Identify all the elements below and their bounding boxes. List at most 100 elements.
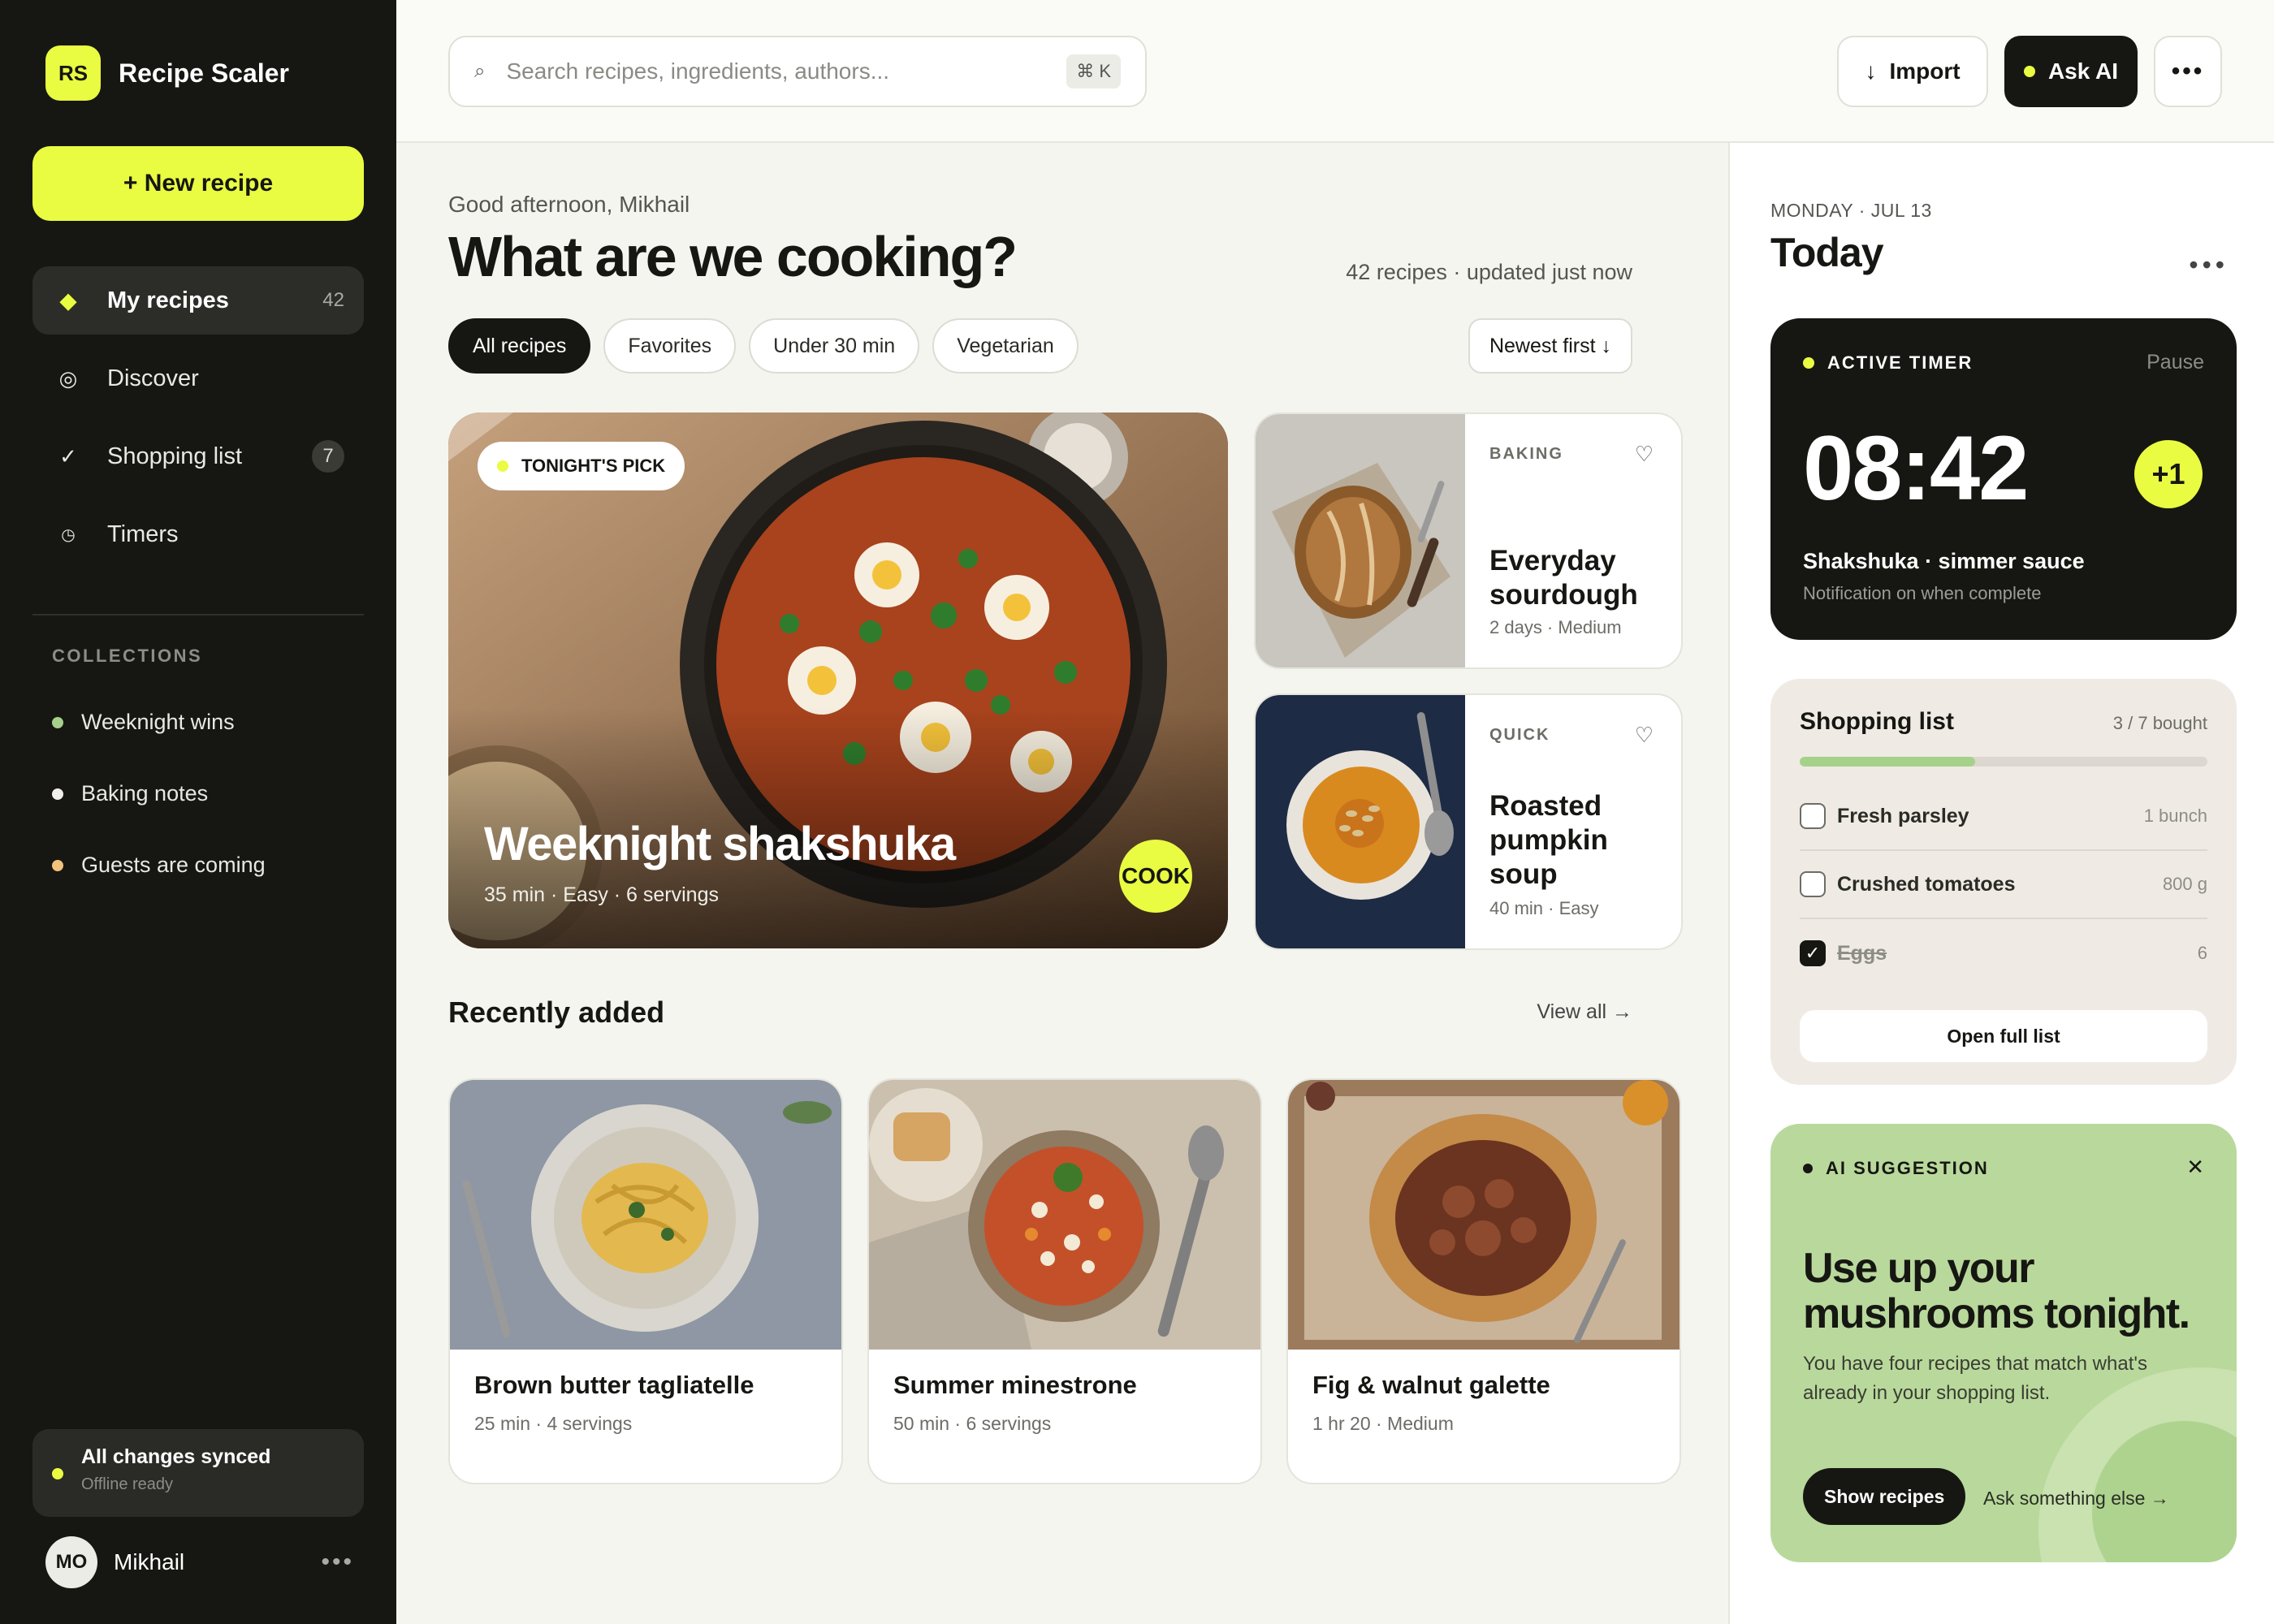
card-meta: 40 min · Easy (1489, 898, 1599, 918)
item-name: Crushed tomatoes (1837, 872, 2016, 896)
collection-dot (52, 859, 63, 871)
sync-subtitle: Offline ready (81, 1475, 174, 1493)
more-icon[interactable]: ••• (2189, 250, 2229, 280)
recently-added-heading: Recently added (448, 996, 665, 1029)
collection-guests-are-coming[interactable]: Guests are coming (52, 853, 377, 878)
card-title: Fig & walnut galette (1312, 1371, 1550, 1399)
timer-name: Shakshuka · simmer sauce (1803, 549, 2085, 573)
more-options-button[interactable]: ••• (2154, 36, 2222, 107)
recipe-card-sourdough[interactable]: BAKING ♡ Everyday sourdough 2 days · Med… (1254, 412, 1683, 669)
compass-icon: ◎ (58, 365, 78, 391)
shopping-item[interactable]: Crushed tomatoes 800 g (1800, 851, 2207, 919)
hero-recipe-card[interactable]: TONIGHT'S PICK Weeknight shakshuka 35 mi… (448, 412, 1228, 948)
checkbox[interactable] (1800, 871, 1826, 897)
tagliatelle-photo (450, 1080, 841, 1350)
brand[interactable]: RS Recipe Scaler (45, 45, 289, 101)
show-recipes-button[interactable]: Show recipes (1803, 1468, 1966, 1525)
filter-chips: All recipes Favorites Under 30 min Veget… (448, 318, 1079, 374)
sidebar-item-discover[interactable]: ◎ Discover (32, 344, 364, 412)
import-button[interactable]: ↓ Import (1837, 36, 1988, 107)
card-title: Roasted pumpkin soup (1489, 790, 1608, 890)
sync-dot (52, 1468, 63, 1479)
shopping-progress (1800, 757, 2207, 767)
collection-label: Weeknight wins (81, 710, 235, 734)
user-profile[interactable]: MO Mikhail ••• (45, 1536, 354, 1588)
item-qty: 1 bunch (2143, 806, 2207, 826)
sourdough-photo (1256, 414, 1465, 667)
sidebar-item-label: My recipes (107, 287, 229, 313)
brand-name: Recipe Scaler (119, 58, 289, 88)
minestrone-photo (869, 1080, 1260, 1350)
ai-dot (1803, 1164, 1813, 1173)
cook-button[interactable]: COOK (1119, 840, 1192, 913)
sidebar-item-label: Shopping list (107, 443, 243, 469)
shopping-item[interactable]: ✓ Eggs 6 (1800, 919, 2207, 987)
ai-suggestion-card: AI SUGGESTION ✕ Use up your mushrooms to… (1770, 1124, 2237, 1562)
heart-icon[interactable]: ♡ (1635, 442, 1654, 467)
timer-dot (1803, 357, 1814, 369)
more-icon: ••• (2171, 58, 2205, 84)
ask-something-else-link[interactable]: Ask something else → (1983, 1488, 2169, 1510)
shopping-item[interactable]: Fresh parsley 1 bunch (1800, 783, 2207, 851)
item-name: Eggs (1837, 941, 1887, 965)
close-icon[interactable]: ✕ (2186, 1155, 2204, 1180)
sidebar-item-my-recipes[interactable]: ◆ My recipes 42 (32, 266, 364, 335)
collection-dot (52, 716, 63, 728)
recipe-card-minestrone[interactable]: Summer minestrone 50 min · 6 servings (867, 1078, 1262, 1484)
galette-photo (1288, 1080, 1680, 1350)
filter-under-30-min[interactable]: Under 30 min (749, 318, 920, 374)
recipe-card-pumpkin-soup[interactable]: QUICK ♡ Roasted pumpkin soup 40 min · Ea… (1254, 693, 1683, 950)
search-input[interactable] (506, 58, 1067, 84)
ai-title: Use up your mushrooms tonight. (1803, 1245, 2190, 1337)
filter-all-recipes[interactable]: All recipes (448, 318, 591, 374)
ai-label: AI SUGGESTION (1803, 1158, 1989, 1179)
ai-label-text: AI SUGGESTION (1826, 1158, 1989, 1178)
sidebar-item-timers[interactable]: ◷ Timers (32, 500, 364, 568)
open-full-list-button[interactable]: Open full list (1800, 1010, 2207, 1062)
sidebar-item-count: 42 (322, 289, 344, 311)
card-meta: 50 min · 6 servings (893, 1413, 1052, 1434)
greeting: Good afternoon, Mikhail (448, 192, 690, 217)
item-name: Fresh parsley (1837, 804, 1969, 827)
import-label: Import (1889, 58, 1961, 84)
timer-label: ACTIVE TIMER (1803, 352, 1973, 374)
add-minute-button[interactable]: +1 (2134, 440, 2203, 508)
sort-dropdown[interactable]: Newest first ↓ (1468, 318, 1632, 374)
card-tag: QUICK (1489, 726, 1550, 744)
collection-baking-notes[interactable]: Baking notes (52, 781, 377, 806)
filter-vegetarian[interactable]: Vegetarian (932, 318, 1079, 374)
recipes-meta: 42 recipes · updated just now (1346, 260, 1632, 284)
shopping-title: Shopping list (1800, 708, 1954, 735)
more-icon[interactable]: ••• (321, 1548, 354, 1576)
ask-ai-label: Ask AI (2047, 58, 2119, 84)
pause-button[interactable]: Pause (2146, 351, 2204, 374)
checkbox-checked[interactable]: ✓ (1800, 940, 1826, 966)
card-meta: 2 days · Medium (1489, 617, 1622, 637)
timer-label-text: ACTIVE TIMER (1827, 352, 1974, 373)
panel-title: Today (1770, 230, 1884, 275)
page-title: What are we cooking? (448, 225, 1018, 288)
sidebar-item-shopping-list[interactable]: ✓ Shopping list 7 (32, 422, 364, 490)
item-qty: 800 g (2162, 874, 2207, 894)
item-qty: 6 (2197, 943, 2207, 963)
shopping-list-card: Shopping list 3 / 7 bought Fresh parsley… (1770, 679, 2237, 1085)
collection-dot (52, 788, 63, 800)
check-icon: ✓ (59, 443, 77, 469)
search-icon: ⌕ (474, 60, 486, 82)
recipe-card-galette[interactable]: Fig & walnut galette 1 hr 20 · Medium (1286, 1078, 1681, 1484)
search-box[interactable]: ⌕ ⌘ K (448, 36, 1147, 107)
heart-icon[interactable]: ♡ (1635, 723, 1654, 748)
new-recipe-button[interactable]: + New recipe (32, 146, 364, 221)
collection-label: Guests are coming (81, 853, 266, 877)
card-title: Brown butter tagliatelle (474, 1371, 754, 1399)
view-all-link[interactable]: View all → (1537, 1000, 1632, 1024)
recipe-card-tagliatelle[interactable]: Brown butter tagliatelle 25 min · 4 serv… (448, 1078, 843, 1484)
filter-favorites[interactable]: Favorites (603, 318, 737, 374)
badge-dot (497, 460, 508, 472)
sync-title: All changes synced (81, 1445, 271, 1468)
collection-weeknight-wins[interactable]: Weeknight wins (52, 710, 377, 735)
checkbox[interactable] (1800, 803, 1826, 829)
shortcut-hint: ⌘ K (1066, 54, 1121, 89)
ask-ai-button[interactable]: Ask AI (2004, 36, 2138, 107)
collection-label: Baking notes (81, 781, 209, 806)
